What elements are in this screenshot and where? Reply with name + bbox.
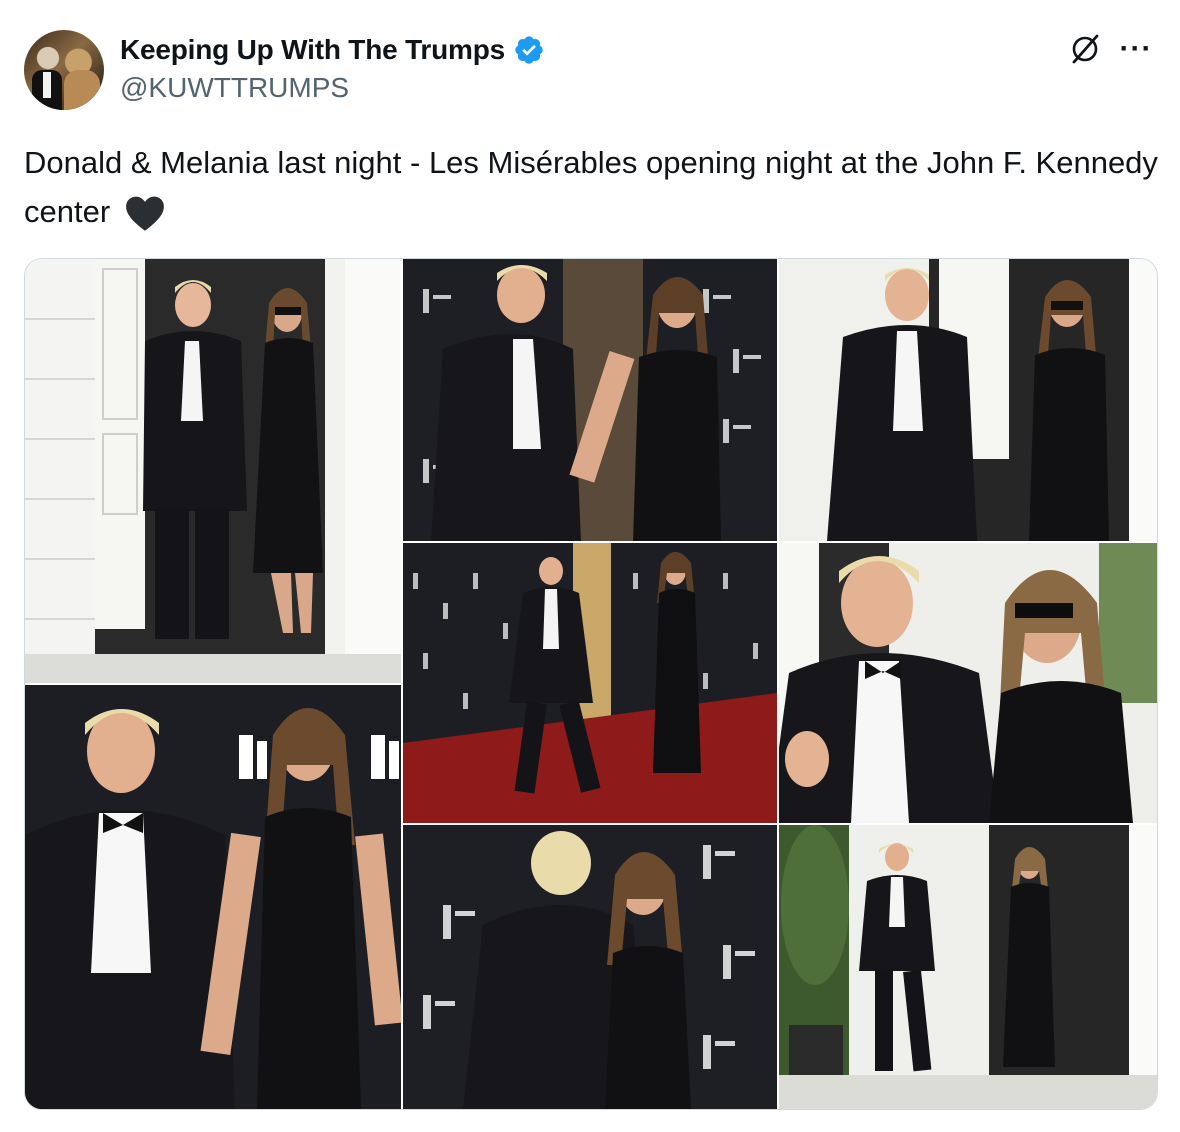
photo-white-house-walk-2[interactable] [779, 825, 1157, 1109]
photo-white-house-doorway[interactable] [25, 259, 401, 683]
media-grid[interactable] [24, 258, 1158, 1110]
tweet-text: Donald & Melania last night - Les Miséra… [24, 138, 1164, 236]
display-name[interactable]: Keeping Up With The Trumps [120, 34, 505, 66]
photo-kennedy-backdrop-closeup[interactable] [25, 685, 401, 1109]
grok-button[interactable] [1066, 30, 1104, 68]
photo-kennedy-backdrop-1[interactable] [403, 259, 777, 541]
author-name-row[interactable]: Keeping Up With The Trumps [120, 32, 545, 68]
tweet-body: Donald & Melania last night - Les Miséra… [24, 145, 1158, 229]
verified-badge-icon [515, 36, 543, 64]
photo-red-carpet[interactable] [403, 543, 777, 823]
avatar[interactable] [24, 30, 104, 110]
more-button[interactable]: ··· [1114, 30, 1158, 68]
photo-white-house-walk-1[interactable] [779, 259, 1157, 541]
handle[interactable]: @KUWTTRUMPS [120, 72, 349, 104]
black-heart-icon [126, 196, 165, 231]
photo-kennedy-backdrop-2[interactable] [403, 825, 777, 1109]
grok-icon [1072, 34, 1099, 64]
more-horizontal-icon: ··· [1119, 32, 1153, 65]
photo-white-house-closeup[interactable] [779, 543, 1157, 823]
tweet-card[interactable]: Keeping Up With The Trumps @KUWTTRUMPS ·… [0, 0, 1180, 1132]
